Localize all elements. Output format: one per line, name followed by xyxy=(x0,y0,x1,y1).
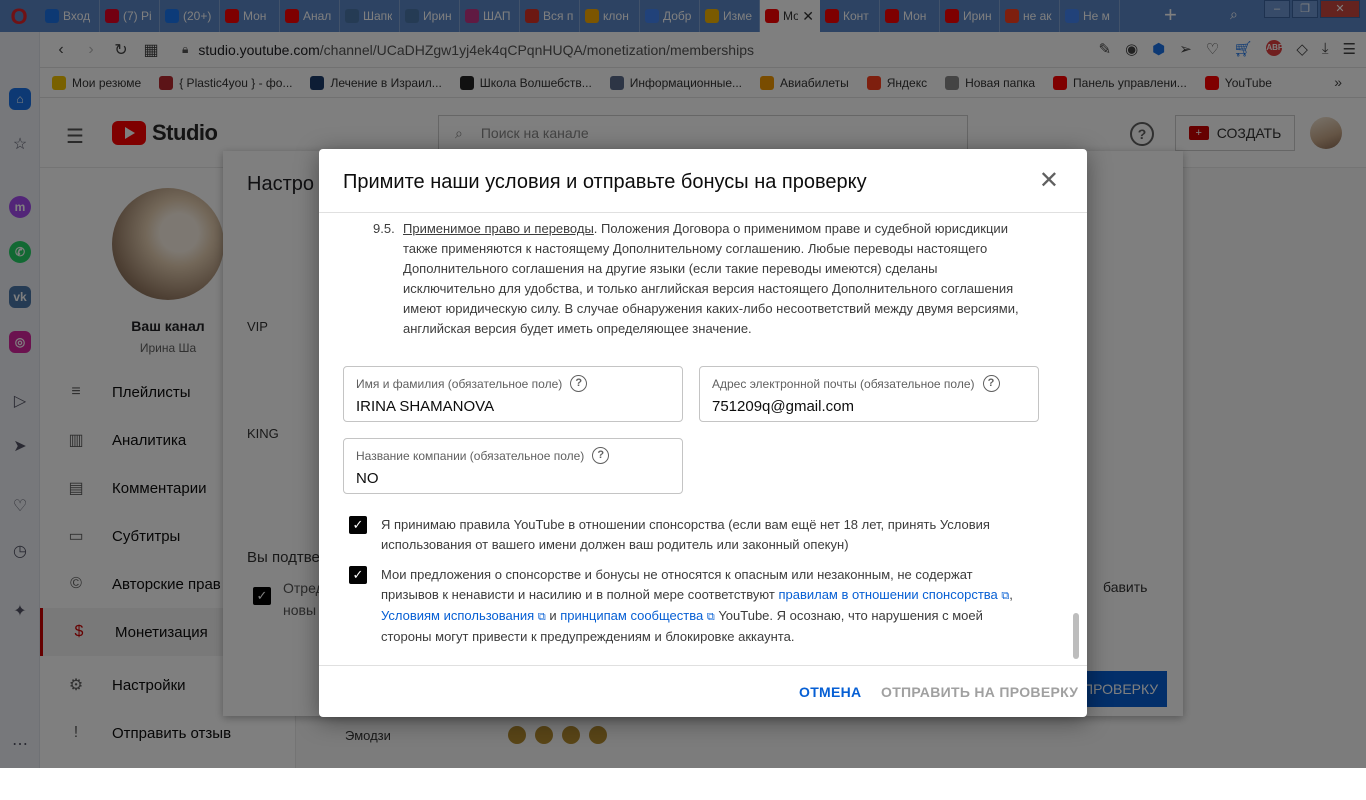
clause-9-5: 9.5. Применимое право и переводы. Положе… xyxy=(373,219,1033,339)
help-icon[interactable]: ? xyxy=(570,375,588,392)
company-field-label: Название компании (обязательное поле) xyxy=(356,448,585,463)
email-input[interactable] xyxy=(712,398,1022,415)
close-icon[interactable]: ✕ xyxy=(1039,169,1059,193)
clause-body: . Положения Договора о применимом праве … xyxy=(403,221,1019,336)
external-link-icon: ⧉ xyxy=(537,611,546,623)
compliance-row: ✓ Мои предложения о спонсорстве и бонусы… xyxy=(349,565,1029,647)
compliance-checkbox[interactable]: ✓ xyxy=(349,566,367,584)
community-guidelines-link[interactable]: принципам сообщества xyxy=(560,608,703,623)
sponsorship-rules-link[interactable]: правилам в отношении спонсорства xyxy=(778,587,997,602)
accept-rules-row: ✓ Я принимаю правила YouTube в отношении… xyxy=(349,515,1029,555)
email-field[interactable]: Адрес электронной почты (обязательное по… xyxy=(699,366,1039,422)
email-field-label: Адрес электронной почты (обязательное по… xyxy=(712,376,975,391)
modal-title: Примите наши условия и отправьте бонусы … xyxy=(343,171,867,193)
name-input[interactable] xyxy=(356,398,666,415)
help-icon[interactable]: ? xyxy=(592,447,610,464)
clause-heading: Применимое право и переводы xyxy=(403,221,594,236)
modal-body: 9.5. Применимое право и переводы. Положе… xyxy=(319,213,1087,665)
name-field-label: Имя и фамилия (обязательное поле) xyxy=(356,376,563,391)
modal-scrollbar[interactable] xyxy=(1073,613,1079,659)
modal-footer: ОТМЕНА ОТПРАВИТЬ НА ПРОВЕРКУ xyxy=(319,665,1087,717)
terms-of-use-link[interactable]: Условиям использования xyxy=(381,608,534,623)
submit-for-review-button[interactable]: ОТПРАВИТЬ НА ПРОВЕРКУ xyxy=(881,684,1078,700)
accept-rules-text: Я принимаю правила YouTube в отношении с… xyxy=(381,517,990,552)
compliance-text: Мои предложения о спонсорстве и бонусы н… xyxy=(381,567,1013,644)
terms-modal: Примите наши условия и отправьте бонусы … xyxy=(319,149,1087,717)
company-input[interactable] xyxy=(356,470,666,487)
company-field[interactable]: Название компании (обязательное поле)? xyxy=(343,438,683,494)
modal-header: Примите наши условия и отправьте бонусы … xyxy=(319,149,1087,213)
external-link-icon: ⧉ xyxy=(706,611,715,623)
name-field[interactable]: Имя и фамилия (обязательное поле)? xyxy=(343,366,683,422)
cancel-button[interactable]: ОТМЕНА xyxy=(799,684,861,700)
clause-number: 9.5. xyxy=(373,221,395,236)
help-icon[interactable]: ? xyxy=(982,375,1000,392)
bottom-strip xyxy=(0,768,1366,800)
external-link-icon: ⧉ xyxy=(1001,590,1010,602)
accept-rules-checkbox[interactable]: ✓ xyxy=(349,516,367,534)
